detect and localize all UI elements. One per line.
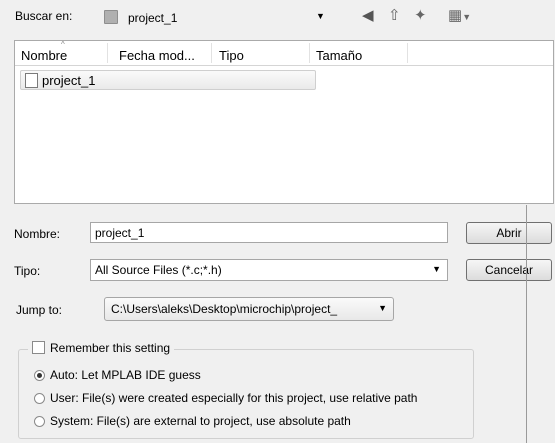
back-arrow-icon[interactable]: ◀	[362, 6, 374, 24]
filename-input[interactable]: project_1	[90, 222, 448, 243]
filetype-label: Tipo:	[14, 264, 41, 278]
remember-setting-checkbox[interactable]	[32, 341, 45, 354]
list-item-name: project_1	[42, 72, 96, 88]
cancel-button[interactable]: Cancelar	[466, 259, 552, 281]
column-header-type[interactable]: Tipo	[219, 48, 244, 63]
filename-value: project_1	[95, 225, 145, 240]
jump-to-select[interactable]: C:\Users\aleks\Desktop\microchip\project…	[104, 297, 394, 321]
radio-auto-indicator[interactable]	[34, 370, 45, 381]
radio-auto[interactable]: Auto: Let MPLAB IDE guess	[34, 368, 201, 382]
view-menu-icon[interactable]: ▦▼	[448, 6, 471, 24]
remember-setting-checkbox-row[interactable]: Remember this setting	[28, 341, 175, 355]
window-divider	[526, 205, 527, 443]
file-list-header: Nombre ^ Fecha mod... Tipo Tamaño	[15, 40, 553, 66]
radio-auto-label: Auto: Let MPLAB IDE guess	[50, 368, 201, 382]
folder-icon	[104, 10, 118, 24]
list-item[interactable]: project_1	[20, 70, 316, 90]
radio-system[interactable]: System: File(s) are external to project,…	[34, 414, 351, 428]
chevron-down-icon[interactable]: ▼	[378, 303, 387, 313]
open-button[interactable]: Abrir	[466, 222, 552, 244]
jump-to-label: Jump to:	[16, 303, 63, 317]
radio-user[interactable]: User: File(s) were created especially fo…	[34, 391, 417, 405]
sort-indicator-icon: ^	[61, 40, 65, 49]
remember-setting-label: Remember this setting	[50, 341, 171, 355]
document-icon	[25, 72, 38, 88]
filetype-select[interactable]: All Source Files (*.c;*.h) ▼	[90, 259, 448, 281]
radio-user-indicator[interactable]	[34, 393, 45, 404]
column-header-date[interactable]: Fecha mod...	[119, 48, 195, 63]
radio-system-indicator[interactable]	[34, 416, 45, 427]
new-folder-icon[interactable]: ✦	[414, 6, 427, 24]
radio-user-label: User: File(s) were created especially fo…	[50, 391, 418, 405]
column-header-name[interactable]: Nombre	[21, 48, 67, 63]
radio-system-label: System: File(s) are external to project,…	[50, 414, 351, 428]
up-folder-icon[interactable]: ⇧	[388, 6, 401, 24]
filename-label: Nombre:	[14, 227, 61, 241]
look-in-value: project_1	[128, 11, 178, 25]
look-in-combo[interactable]: project_1 ▼	[100, 6, 332, 28]
chevron-down-icon[interactable]: ▼	[432, 264, 441, 274]
jump-to-value: C:\Users\aleks\Desktop\microchip\project…	[111, 302, 338, 316]
column-header-size[interactable]: Tamaño	[316, 48, 362, 63]
look-in-label: Buscar en:	[15, 9, 73, 23]
file-list[interactable]: Nombre ^ Fecha mod... Tipo Tamaño projec…	[14, 40, 554, 204]
filetype-value: All Source Files (*.c;*.h)	[95, 263, 222, 277]
chevron-down-icon[interactable]: ▼	[316, 11, 325, 21]
